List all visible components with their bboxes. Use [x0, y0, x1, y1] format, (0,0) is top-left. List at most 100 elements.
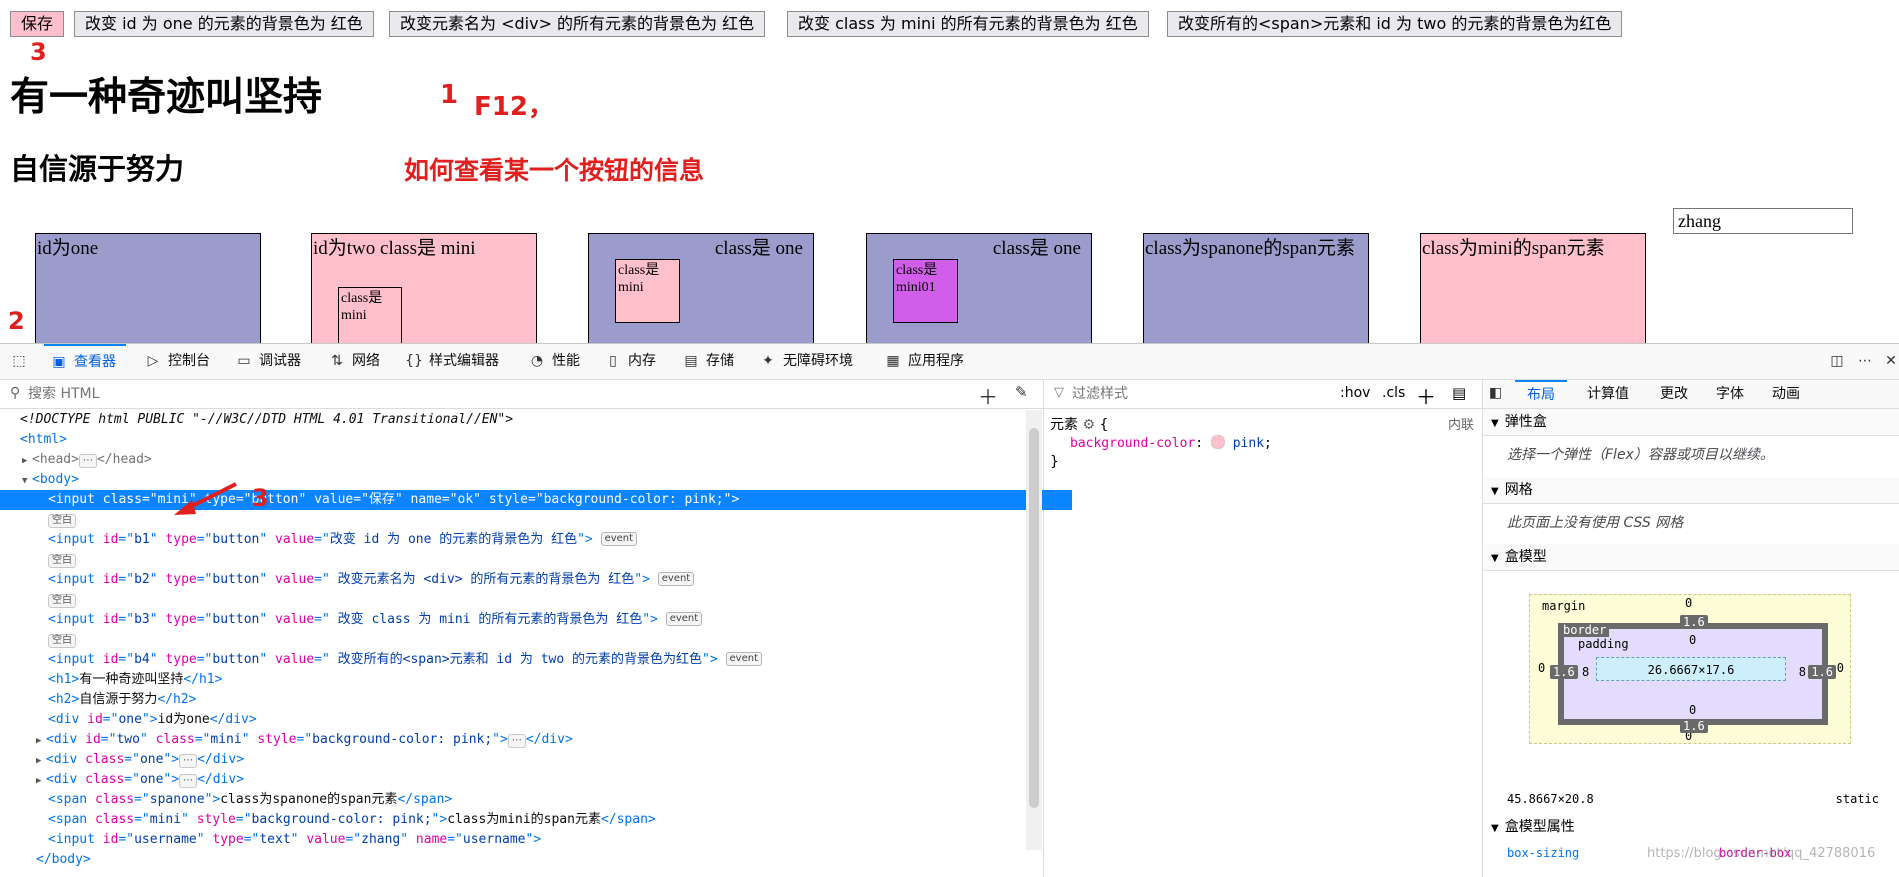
tree-row-div-class-one[interactable]: ▶ <div class="one"> ⋯ </div>: [0, 750, 1060, 770]
color-swatch-icon[interactable]: [1210, 435, 1225, 449]
tree-row-doctype[interactable]: <!DOCTYPE html PUBLIC "-//W3C//DTD HTML …: [0, 410, 1044, 430]
rule-declaration[interactable]: background-color: pink;: [1070, 435, 1272, 451]
tab-network[interactable]: ⇅ 网络: [328, 344, 380, 379]
tree-row-input-username[interactable]: <input id="username" type="text" value="…: [0, 830, 1072, 850]
rule-selector: 元素: [1050, 417, 1078, 433]
devtools-tabbar: ⬚ ▣ 查看器 ▷ 控制台 ▭ 调试器 ⇅ 网络 {} 样式编辑器 ◔ 性能 ▯ 内存 ▤ 存储…: [0, 344, 1899, 380]
div-one-a-text: class是 one: [714, 238, 803, 259]
tree-row-html[interactable]: <html>: [0, 430, 1044, 450]
tree-row-input-b3[interactable]: <input id="b3" type="button" value=" 改变 …: [0, 610, 1072, 630]
eyedropper-icon[interactable]: ✎: [1015, 383, 1028, 401]
content-size-value[interactable]: 26.6667×17.6: [1648, 663, 1735, 677]
annotation-arrow-icon: [174, 482, 237, 515]
tab-storage[interactable]: ▤ 存储: [682, 344, 734, 379]
print-media-icon[interactable]: ▤: [1452, 384, 1466, 402]
element-picker-icon[interactable]: ⬚: [10, 344, 34, 379]
tab-computed[interactable]: 计算值: [1587, 380, 1629, 408]
tree-row-input-b4[interactable]: <input id="b4" type="button" value=" 改变所…: [0, 650, 1072, 670]
tree-row-selected-input[interactable]: <input class="mini" type="button" value=…: [0, 490, 1072, 510]
span-class-spanone: class为spanone的span元素: [1143, 233, 1369, 343]
padding-left-value[interactable]: 8: [1582, 665, 1589, 679]
annotation-3-tree: 3: [252, 484, 269, 512]
watermark: https://blog.csdn.net/qq_42788016: [1647, 846, 1876, 861]
tab-application[interactable]: ▦ 应用程序: [884, 344, 964, 379]
div-one-b-inner-text: class是 mini01: [896, 263, 938, 295]
tree-row-span-spanone[interactable]: <span class="spanone">class为spanone的span…: [0, 790, 1072, 810]
username-input[interactable]: [1673, 208, 1853, 234]
tab-changes[interactable]: 更改: [1660, 380, 1688, 408]
margin-left-value[interactable]: 0: [1538, 661, 1545, 675]
tree-row-input-b2[interactable]: <input id="b2" type="button" value=" 改变元…: [0, 570, 1072, 590]
border-bottom-value[interactable]: 1.6: [1680, 719, 1708, 733]
debugger-icon: ▭: [237, 353, 251, 369]
cls-toggle[interactable]: .cls: [1382, 385, 1405, 401]
search-icon: ⚲: [10, 385, 21, 401]
markup-scrollbar[interactable]: [1026, 410, 1042, 850]
tab-animations[interactable]: 动画: [1772, 380, 1800, 408]
tree-row-h2[interactable]: <h2>自信源于努力</h2>: [0, 690, 1072, 710]
tab-fonts[interactable]: 字体: [1716, 380, 1744, 408]
border-top-value[interactable]: 1.6: [1680, 615, 1708, 629]
tree-row-whitespace: 空白: [0, 630, 1072, 650]
tab-layout[interactable]: 布局: [1515, 380, 1567, 408]
grid-section-header[interactable]: ▼ 网格: [1483, 477, 1899, 504]
annotation-2: 2: [8, 307, 25, 335]
add-node-icon[interactable]: ＋: [978, 381, 998, 410]
expand-triangle-icon[interactable]: ▶: [22, 451, 32, 471]
flexbox-section-header[interactable]: ▼ 弹性盒: [1483, 409, 1899, 436]
expand-triangle-icon[interactable]: ▶: [36, 771, 46, 791]
div-id-two-text: id为two class是 mini: [313, 238, 476, 259]
close-icon[interactable]: ✕: [1882, 344, 1899, 379]
collapse-triangle-icon[interactable]: ▼: [22, 471, 32, 491]
tab-accessibility[interactable]: ✦ 无障碍环境: [759, 344, 853, 379]
expand-triangle-icon[interactable]: ▶: [36, 751, 46, 771]
page-heading-2: 自信源于努力: [10, 154, 185, 186]
hov-toggle[interactable]: :hov: [1340, 385, 1370, 401]
boxmodel-props-header[interactable]: ▼ 盒模型属性: [1483, 814, 1899, 840]
border-right-value[interactable]: 1.6: [1808, 665, 1836, 679]
tree-row-div-one[interactable]: <div id="one">id为one</div>: [0, 710, 1072, 730]
filter-icon: ▽: [1054, 385, 1064, 400]
filter-styles-input[interactable]: [1070, 383, 1334, 405]
rule-value[interactable]: pink: [1233, 436, 1264, 451]
span-spanone-text: class为spanone的span元素: [1145, 238, 1356, 259]
tab-style-editor[interactable]: {} 样式编辑器: [405, 344, 499, 379]
search-html-input[interactable]: [26, 383, 960, 405]
tree-row-body-close[interactable]: </body>: [0, 850, 1060, 870]
toggle-sidebar-icon[interactable]: ◧: [1489, 385, 1502, 401]
change-span-two-button[interactable]: 改变所有的<span>元素和 id 为 two 的元素的背景色为红色: [1167, 11, 1623, 37]
border-left-value[interactable]: 1.6: [1550, 665, 1578, 679]
padding-right-value[interactable]: 8: [1799, 665, 1806, 679]
expand-triangle-icon[interactable]: ▶: [36, 731, 46, 751]
change-id-one-button[interactable]: 改变 id 为 one 的元素的背景色为 红色: [74, 11, 374, 37]
tab-performance[interactable]: ◔ 性能: [528, 344, 580, 379]
tree-row-h1[interactable]: <h1>有一种奇迹叫坚持</h1>: [0, 670, 1072, 690]
div-two-inner-text: class是 mini: [341, 291, 383, 323]
tab-console[interactable]: ▷ 控制台: [144, 344, 210, 379]
tree-row-div-class-one[interactable]: ▶ <div class="one"> ⋯ </div>: [0, 770, 1060, 790]
border-label: border: [1560, 623, 1610, 637]
tree-row-input-b1[interactable]: <input id="b1" type="button" value="改变 i…: [0, 530, 1072, 550]
dock-side-icon[interactable]: ◫: [1828, 344, 1852, 379]
tab-memory[interactable]: ▯ 内存: [604, 344, 656, 379]
boxmodel-section-header[interactable]: ▼ 盒模型: [1483, 544, 1899, 571]
gear-icon[interactable]: ⚙: [1082, 417, 1095, 433]
tab-debugger[interactable]: ▭ 调试器: [235, 344, 301, 379]
save-button[interactable]: 保存: [10, 11, 65, 37]
rule-property[interactable]: background-color: [1070, 436, 1195, 451]
padding-bottom-value[interactable]: 0: [1689, 703, 1696, 717]
padding-top-value[interactable]: 0: [1689, 633, 1696, 647]
more-options-icon[interactable]: ⋯: [1856, 344, 1880, 379]
boxmodel-margin: margin 0 0 0 0 border 1.6 1.6 1.6 1.6 pa…: [1529, 594, 1851, 744]
change-div-button[interactable]: 改变元素名为 <div> 的所有元素的背景色为 红色: [389, 11, 766, 37]
margin-top-value[interactable]: 0: [1685, 596, 1692, 610]
console-icon: ▷: [147, 353, 159, 369]
add-rule-icon[interactable]: ＋: [1416, 381, 1436, 410]
margin-right-value[interactable]: 0: [1837, 661, 1844, 675]
tree-row-body[interactable]: ▼ <body>: [0, 470, 1046, 490]
tab-inspector[interactable]: ▣ 查看器: [44, 344, 126, 379]
change-class-mini-button[interactable]: 改变 class 为 mini 的所有元素的背景色为 红色: [787, 11, 1149, 37]
tree-row-div-two[interactable]: ▶ <div id="two" class="mini" style="backg…: [0, 730, 1060, 750]
tree-row-head[interactable]: ▶ <head> ⋯ </head>: [0, 450, 1046, 470]
tree-row-span-mini[interactable]: <span class="mini" style="background-col…: [0, 810, 1072, 830]
